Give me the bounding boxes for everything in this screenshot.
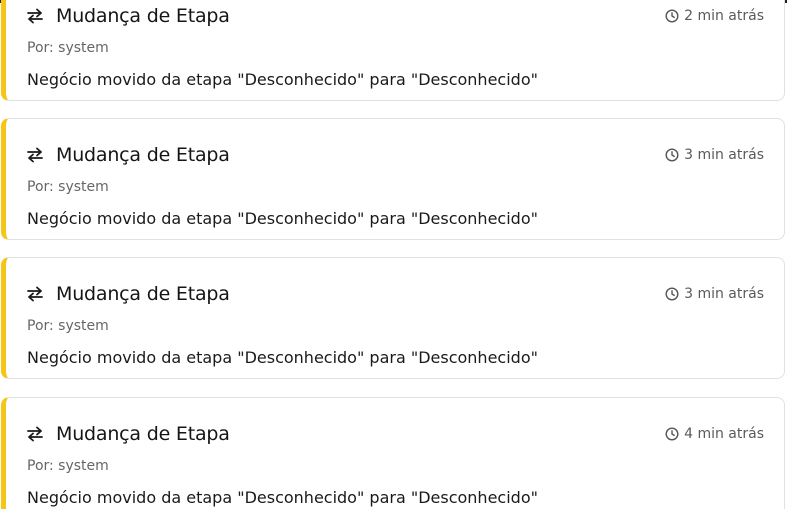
activity-card[interactable]: Mudança de Etapa 3 min atrás Por: system… [1, 118, 785, 240]
clock-icon [665, 9, 679, 23]
card-time-label: 3 min atrás [684, 286, 764, 302]
card-title: Mudança de Etapa [56, 423, 230, 445]
card-message: Negócio movido da etapa "Desconhecido" p… [27, 348, 538, 367]
swap-arrows-icon [26, 286, 44, 302]
card-title: Mudança de Etapa [56, 283, 230, 305]
card-timestamp: 4 min atrás [665, 426, 764, 442]
card-author: Por: system [27, 40, 109, 56]
card-message: Negócio movido da etapa "Desconhecido" p… [27, 488, 538, 507]
card-author: Por: system [27, 458, 109, 474]
card-header: Mudança de Etapa [26, 423, 230, 445]
card-header: Mudança de Etapa [26, 144, 230, 166]
activity-card[interactable]: Mudança de Etapa 3 min atrás Por: system… [1, 257, 785, 379]
clock-icon [665, 287, 679, 301]
card-title: Mudança de Etapa [56, 5, 230, 27]
card-time-label: 3 min atrás [684, 147, 764, 163]
card-timestamp: 3 min atrás [665, 286, 764, 302]
activity-card[interactable]: Mudança de Etapa 2 min atrás Por: system… [1, 0, 785, 101]
card-message: Negócio movido da etapa "Desconhecido" p… [27, 209, 538, 228]
card-author: Por: system [27, 179, 109, 195]
swap-arrows-icon [26, 8, 44, 24]
clock-icon [665, 148, 679, 162]
swap-arrows-icon [26, 147, 44, 163]
swap-arrows-icon [26, 426, 44, 442]
card-title: Mudança de Etapa [56, 144, 230, 166]
card-timestamp: 3 min atrás [665, 147, 764, 163]
clock-icon [665, 427, 679, 441]
card-time-label: 2 min atrás [684, 8, 764, 24]
card-time-label: 4 min atrás [684, 426, 764, 442]
card-author: Por: system [27, 318, 109, 334]
card-timestamp: 2 min atrás [665, 8, 764, 24]
card-header: Mudança de Etapa [26, 283, 230, 305]
activity-card[interactable]: Mudança de Etapa 4 min atrás Por: system… [1, 397, 785, 509]
card-header: Mudança de Etapa [26, 5, 230, 27]
card-message: Negócio movido da etapa "Desconhecido" p… [27, 70, 538, 89]
activity-timeline: Mudança de Etapa 2 min atrás Por: system… [0, 0, 787, 509]
